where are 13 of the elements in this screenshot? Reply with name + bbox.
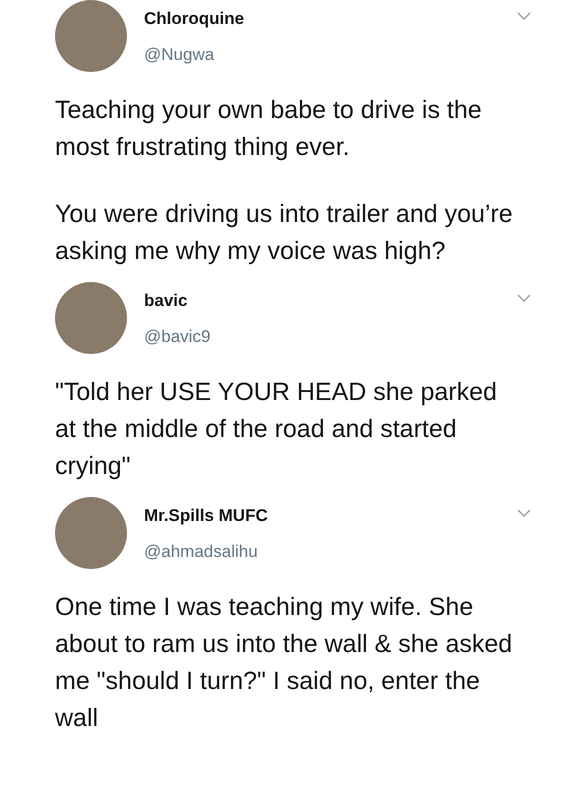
- tweet-text: One time I was teaching my wife. She about to ram us into the wall & she asked me "should I turn?" I said no, enter the wall: [55, 592, 514, 734]
- user-handle: @Nugwa: [144, 44, 216, 66]
- tweet-text: "Told her USE YOUR HEAD she parked at the middle of the road and started crying": [55, 377, 498, 482]
- tweet-text: You were driving us into trailer and you’re asking me why my voice was high?: [55, 199, 514, 267]
- chevron-down-icon[interactable]: [517, 509, 531, 517]
- user-name: Chloroquine: [144, 8, 246, 30]
- user-handle: @ahmadsalihu: [144, 540, 259, 562]
- user-name: bavic: [144, 290, 188, 312]
- chevron-down-icon[interactable]: [517, 12, 531, 20]
- tweet-text: Teaching your own babe to drive is the most frustrating thing ever.: [55, 95, 483, 163]
- user-handle: @bavic9: [144, 326, 212, 348]
- user-name: Mr.Spills MUFC: [144, 505, 269, 527]
- chevron-down-icon[interactable]: [517, 294, 531, 302]
